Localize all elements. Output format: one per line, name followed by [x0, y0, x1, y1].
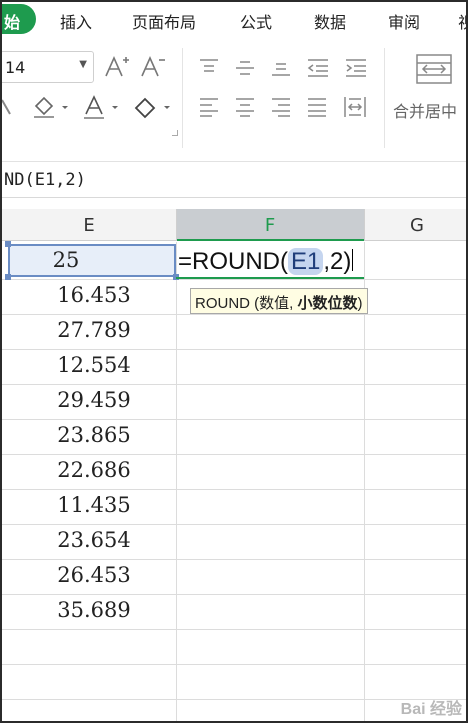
tab-review[interactable]: 审阅 — [388, 9, 420, 33]
tooltip-close: ) — [357, 295, 363, 312]
column-divider — [176, 209, 177, 241]
tab-data[interactable]: 数据 — [314, 9, 346, 33]
clear-format-icon[interactable] — [132, 94, 174, 120]
align-middle-icon[interactable] — [234, 58, 256, 78]
grid-line — [2, 699, 466, 700]
align-center-icon[interactable] — [234, 96, 256, 118]
tooltip-signature: ROUND (数值, — [195, 295, 294, 312]
grid-line — [2, 559, 466, 560]
formula-suffix: ,2) — [323, 248, 352, 275]
align-left-icon[interactable] — [198, 96, 220, 118]
spreadsheet-window: 始 插入 页面布局 公式 数据 审阅 视 14 ▼ — [0, 0, 468, 723]
grid-line — [2, 419, 466, 420]
increase-font-icon[interactable] — [104, 54, 130, 80]
grid-line — [2, 489, 466, 490]
font-size-value: 14 — [5, 58, 26, 77]
decrease-font-icon[interactable] — [140, 54, 166, 80]
font-color-icon[interactable] — [82, 94, 122, 120]
cell-e5[interactable]: 29.459 — [10, 388, 178, 412]
grid-line — [2, 454, 466, 455]
cell-e6[interactable]: 23.865 — [10, 423, 178, 447]
cell-e10[interactable]: 26.453 — [10, 563, 178, 587]
fill-color-icon[interactable] — [32, 94, 70, 120]
tab-home[interactable]: 始 — [2, 4, 36, 34]
grid-line — [2, 314, 466, 315]
formula-bar[interactable]: ND(E1,2) — [2, 162, 466, 198]
tab-page-layout[interactable]: 页面布局 — [132, 9, 196, 33]
column-header-g[interactable]: G — [364, 209, 466, 241]
selection-handle[interactable] — [5, 241, 11, 247]
text-cursor — [352, 249, 354, 271]
watermark: Bai 经验 — [400, 701, 462, 718]
column-header-row: E F G — [2, 209, 466, 241]
align-right-icon[interactable] — [270, 96, 292, 118]
border-icon[interactable] — [0, 96, 16, 118]
align-bottom-icon[interactable] — [270, 58, 292, 78]
distributed-align-icon[interactable] — [342, 94, 368, 120]
tab-view[interactable]: 视 — [458, 9, 466, 33]
cell-e2[interactable]: 16.453 — [10, 283, 178, 307]
cell-e3[interactable]: 27.789 — [10, 318, 178, 342]
font-dialog-launcher[interactable] — [172, 130, 178, 136]
ribbon-separator — [182, 48, 183, 148]
tab-formulas[interactable]: 公式 — [240, 9, 272, 33]
decrease-indent-icon[interactable] — [306, 58, 330, 78]
font-size-select[interactable]: 14 ▼ — [2, 51, 94, 83]
tab-insert[interactable]: 插入 — [60, 9, 92, 33]
cell-e9[interactable]: 23.654 — [10, 528, 178, 552]
selection-handle[interactable] — [5, 274, 11, 280]
increase-indent-icon[interactable] — [344, 58, 368, 78]
tooltip-current-arg: 小数位数 — [297, 295, 358, 312]
align-top-icon[interactable] — [198, 58, 220, 78]
cell-e11[interactable]: 35.689 — [10, 598, 178, 622]
reference-highlight[interactable]: E1 — [288, 248, 324, 275]
editing-cell-f1[interactable]: =ROUND(E1,2) — [176, 243, 364, 279]
ribbon-tab-bar: 始 插入 页面布局 公式 数据 审阅 视 — [2, 2, 466, 38]
merge-center-icon[interactable] — [415, 53, 453, 85]
grid-line — [2, 664, 466, 665]
cell-e7[interactable]: 22.686 — [10, 458, 178, 482]
grid-line — [2, 524, 466, 525]
column-divider — [364, 209, 365, 241]
formula-text[interactable]: ND(E1,2) — [4, 170, 86, 190]
cell-e1[interactable]: 25 — [2, 248, 150, 272]
grid-line — [2, 349, 466, 350]
cell-e8[interactable]: 11.435 — [10, 493, 178, 517]
grid-line — [2, 594, 466, 595]
grid-line — [2, 279, 466, 280]
ribbon-separator — [384, 48, 385, 148]
column-header-f[interactable]: F — [176, 209, 364, 241]
function-tooltip: ROUND (数值, 小数位数) — [190, 288, 368, 314]
cell-formula-input[interactable]: =ROUND(E1,2) — [178, 248, 354, 276]
formula-prefix: =ROUND( — [178, 248, 289, 275]
grid-line — [2, 629, 466, 630]
chevron-down-icon[interactable]: ▼ — [79, 59, 87, 70]
cell-e4[interactable]: 12.554 — [10, 353, 178, 377]
cell-grid[interactable]: 25 16.453 27.789 12.554 29.459 23.865 22… — [2, 241, 466, 721]
column-header-e[interactable]: E — [2, 209, 176, 241]
grid-line — [2, 384, 466, 385]
justify-icon[interactable] — [306, 96, 328, 118]
merge-center-button[interactable]: 合并居中 — [393, 98, 457, 122]
ribbon-toolbar: 14 ▼ 合并居中 — [0, 38, 466, 162]
